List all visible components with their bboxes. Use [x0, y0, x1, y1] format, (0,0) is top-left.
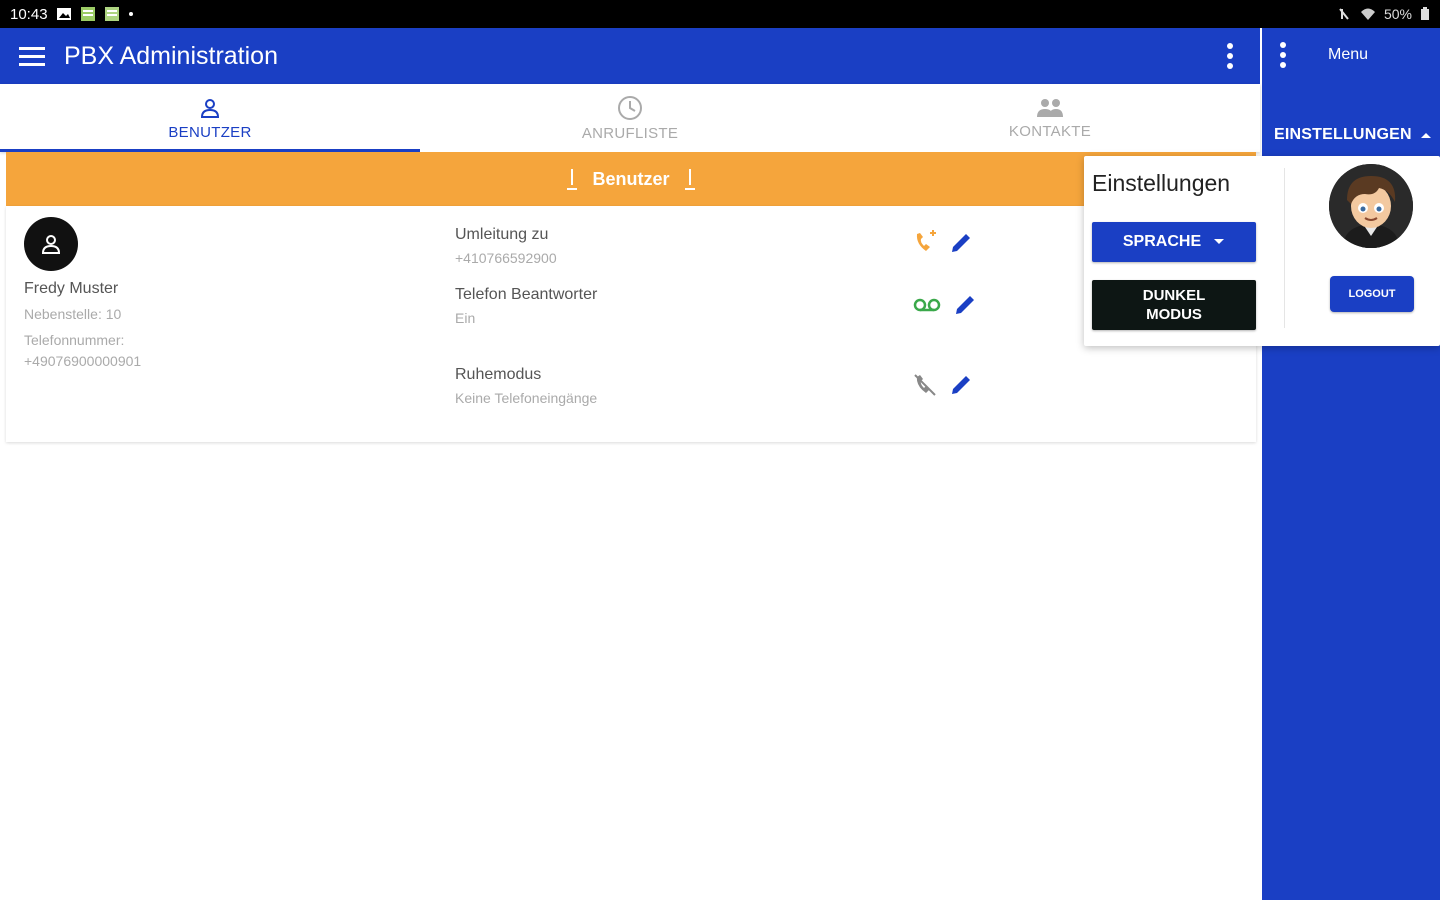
banner-label: Benutzer [592, 168, 670, 189]
battery-icon [1421, 7, 1429, 20]
setting-quiet-mode-actions [912, 372, 974, 398]
gallery-icon [56, 8, 71, 20]
menu-button[interactable] [0, 28, 64, 84]
user-phone-label: Telefonnummer: [24, 332, 125, 348]
phone-disabled-icon[interactable] [912, 372, 938, 398]
setting-title: Umleitung zu [455, 226, 549, 243]
group-icon [1037, 98, 1063, 117]
setting-quiet-mode: Ruhemodus Keine Telefoneingänge [455, 366, 597, 406]
tab-benutzer[interactable]: BENUTZER [0, 84, 420, 152]
status-time: 10:43 [10, 5, 48, 23]
setting-value: Ein [455, 310, 476, 326]
dark-mode-label-line2: MODUS [1146, 306, 1202, 323]
kebab-icon [1227, 43, 1233, 69]
dark-mode-button[interactable]: DUNKEL MODUS [1092, 280, 1256, 330]
user-phone: +49076900000901 [24, 353, 142, 369]
side-menu-title: Menu [1328, 46, 1369, 63]
settings-panel: Einstellungen SPRACHE DUNKEL MODUS LOGOU… [1084, 156, 1440, 346]
setting-voicemail-actions [912, 292, 978, 318]
setting-forwarding: Umleitung zu +410766592900 [455, 226, 557, 266]
call-forward-icon[interactable] [912, 230, 938, 256]
tab-kontakte[interactable]: KONTAKTE [840, 84, 1260, 152]
caret-up-icon [1420, 133, 1431, 138]
setting-title: Telefon Beantworter [455, 286, 598, 303]
kebab-icon [1280, 42, 1286, 68]
tab-anrufliste[interactable]: ANRUFLISTE [420, 84, 840, 152]
edit-icon[interactable] [948, 372, 974, 398]
battery-level: 50% [1383, 6, 1412, 22]
caret-down-icon [1214, 239, 1225, 244]
setting-forwarding-actions [912, 230, 974, 256]
arrow-down-icon [567, 169, 578, 190]
arrow-down-icon [684, 169, 695, 190]
app-bar: PBX Administration [0, 28, 1260, 84]
profile-picture [1329, 164, 1413, 248]
section-banner: Benutzer [6, 152, 1256, 206]
settings-panel-title: Einstellungen [1092, 170, 1231, 196]
language-button-label: SPRACHE [1122, 233, 1202, 250]
setting-title: Ruhemodus [455, 366, 542, 383]
user-avatar [24, 217, 78, 271]
tab-label: BENUTZER [168, 123, 252, 141]
logout-button[interactable]: LOGOUT [1330, 276, 1414, 312]
hamburger-icon [19, 47, 45, 66]
user-name: Fredy Muster [24, 280, 119, 297]
overflow-menu-button[interactable] [1200, 28, 1260, 84]
sheet-icon [80, 7, 95, 21]
person-icon [41, 235, 61, 254]
app-title: PBX Administration [64, 41, 278, 70]
setting-voicemail: Telefon Beantworter Ein [455, 286, 597, 326]
edit-icon[interactable] [952, 292, 978, 318]
sheet-icon-2 [104, 7, 119, 21]
mute-icon [1339, 8, 1349, 20]
tab-label: ANRUFLISTE [581, 124, 679, 142]
clock-icon [618, 95, 642, 120]
settings-expander[interactable]: EINSTELLUNGEN [1274, 126, 1432, 144]
cartoon-avatar-icon [1329, 164, 1413, 248]
side-menu-overflow-button[interactable] [1270, 38, 1296, 72]
person-icon [200, 98, 220, 118]
tab-label: KONTAKTE [1008, 122, 1092, 140]
language-button[interactable]: SPRACHE [1092, 222, 1256, 262]
tab-bar: BENUTZER ANRUFLISTE KONTAKTE [0, 84, 1260, 152]
wifi-icon [1360, 8, 1375, 20]
panel-divider [1284, 168, 1285, 328]
edit-icon[interactable] [948, 230, 974, 256]
notification-dot-icon [128, 12, 133, 16]
status-bar: 10:43 50% [0, 0, 1440, 28]
voicemail-icon[interactable] [912, 294, 942, 316]
user-extension: Nebenstelle: 10 [24, 306, 122, 322]
setting-value: Keine Telefoneingänge [455, 390, 598, 406]
dark-mode-label-line1: DUNKEL [1142, 287, 1206, 304]
settings-expander-label: EINSTELLUNGEN [1274, 126, 1412, 143]
user-card: Fredy Muster Nebenstelle: 10 Telefonnumm… [6, 206, 1256, 442]
setting-value: +410766592900 [455, 250, 557, 266]
